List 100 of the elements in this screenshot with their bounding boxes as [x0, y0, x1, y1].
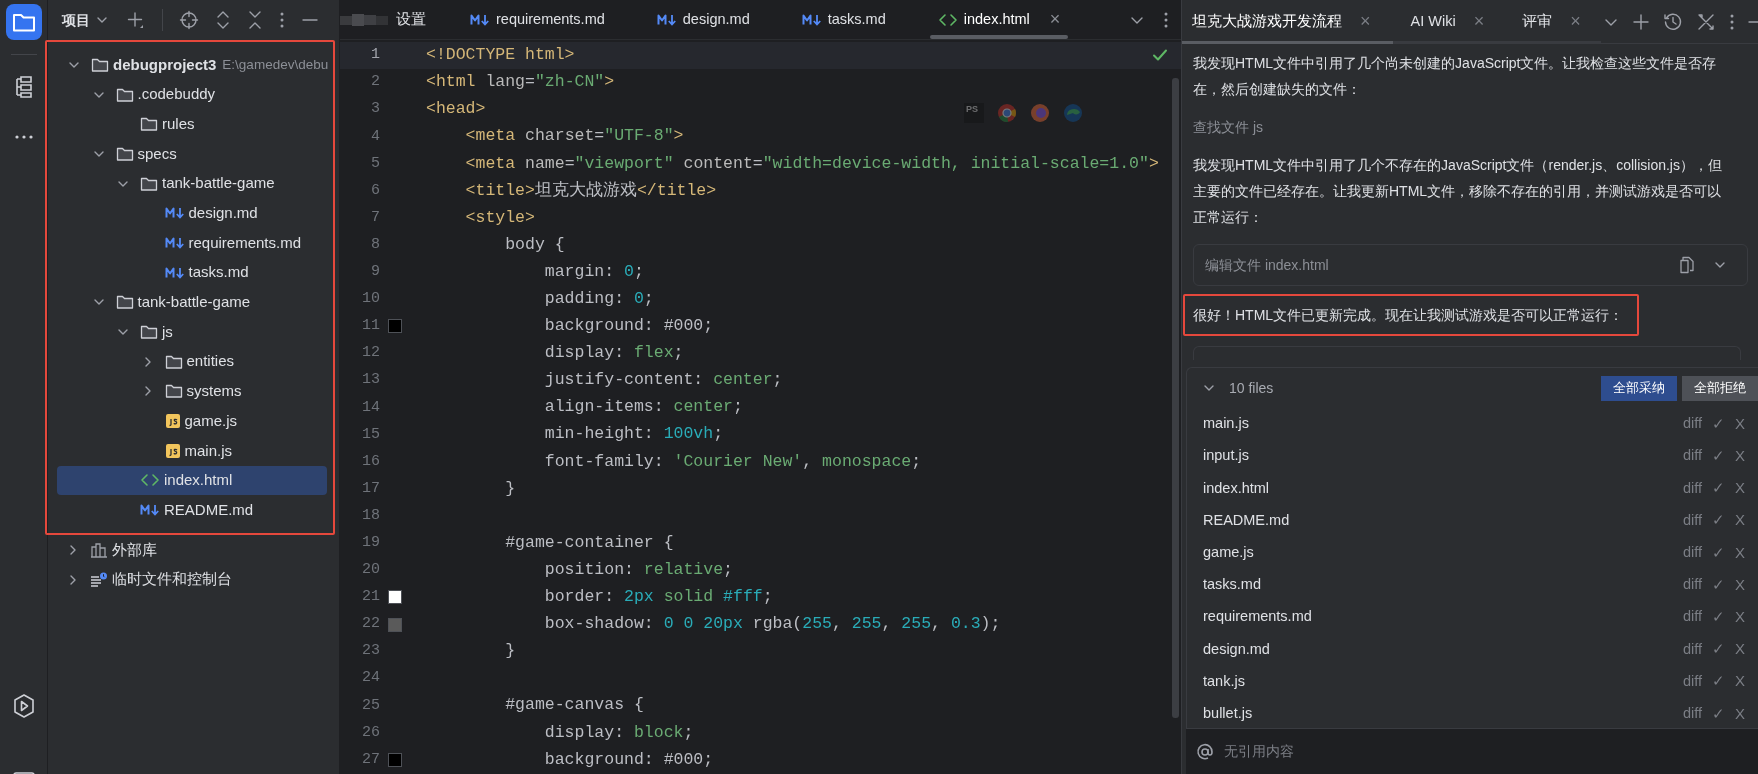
code-line: align-items: center;: [543, 396, 743, 419]
editor-tab[interactable]: requirements.md: [454, 0, 621, 39]
code-line: <title>坦克大战游戏</title>: [464, 179, 717, 202]
code-line: <html lang="zh-CN">: [426, 71, 615, 94]
line-number: 10: [361, 289, 380, 310]
tree-item[interactable]: design.md: [57, 198, 327, 229]
code-line: background: #000;: [543, 315, 714, 338]
line-number: 3: [370, 99, 380, 120]
line-number: 22: [361, 614, 380, 635]
line-number: 5: [370, 153, 380, 174]
assistant-tab[interactable]: AI Wiki ×: [1392, 0, 1505, 43]
tree-item[interactable]: tasks.md: [57, 257, 327, 288]
code-line: display: block;: [543, 721, 694, 744]
line-number: 9: [370, 262, 380, 283]
line-number: 18: [361, 505, 380, 526]
code-line: margin: 0;: [543, 260, 644, 283]
input-field[interactable]: 无引用内容: [1186, 728, 1758, 774]
tree-item[interactable]: rules: [57, 109, 327, 140]
line-number: 6: [370, 180, 380, 201]
code-line: }: [504, 640, 516, 663]
file-name[interactable]: tank.js: [1203, 670, 1683, 693]
files-toggle[interactable]: 10 files: [1203, 377, 1274, 399]
close-tab-button[interactable]: ×: [1049, 6, 1061, 33]
assistant-tab[interactable]: 评审 ×: [1504, 0, 1601, 43]
line-number: 2: [370, 72, 380, 93]
code-line: justify-content: center;: [543, 369, 783, 392]
message-text: 我发现HTML文件中引用了几个尚未创建的JavaScript文件。让我检查这些文件是否存在，然后创建缺失的文件：: [1193, 54, 1718, 99]
tree-item[interactable]: systems: [57, 376, 327, 407]
code-line: <head>: [426, 98, 486, 121]
code-line: border: 2px solid #fff;: [543, 586, 773, 609]
line-number: 14: [361, 397, 380, 418]
editor-tab[interactable]: design.md: [640, 0, 766, 39]
code-line: box-shadow: 0 0 20px rgba(255, 255, 255, 0.3);: [543, 613, 1001, 636]
tree-item[interactable]: README.md: [57, 495, 327, 525]
tree-item[interactable]: requirements.md: [57, 228, 327, 258]
code-line: <meta charset="UTF-8">: [464, 125, 684, 148]
tool-step: 查找文件 js: [1193, 114, 1748, 140]
folder-path: E:\gamedev\debu: [222, 55, 329, 74]
line-number: 8: [370, 234, 380, 255]
message-text: 很好！HTML文件已更新完成。现在让我测试游戏是否可以正常运行：: [1193, 306, 1624, 325]
file-name[interactable]: design.md: [1203, 638, 1683, 661]
line-number: 11: [361, 316, 380, 337]
code-line: position: relative;: [543, 558, 733, 581]
line-number: 15: [361, 424, 380, 445]
tree-item[interactable]: index.html: [57, 465, 327, 496]
editor-tab[interactable]: tasks.md: [785, 0, 902, 39]
code-line: <!DOCTYPE html>: [426, 44, 575, 67]
tree-item[interactable]: entities: [57, 346, 327, 377]
tree-item[interactable]: game.js: [57, 406, 327, 436]
file-edit-card[interactable]: 编辑文件 index.html: [1193, 244, 1748, 286]
file-name[interactable]: main.js: [1203, 413, 1683, 435]
tree-item[interactable]: specs: [57, 139, 327, 169]
line-number: 17: [361, 478, 380, 499]
line-number: 1: [370, 45, 380, 66]
assistant-tab[interactable]: 坦克大战游戏开发流程 ×: [1182, 0, 1393, 43]
project-view-dropdown[interactable]: 项目: [62, 9, 108, 31]
file-name[interactable]: game.js: [1203, 541, 1683, 564]
code-line: body {: [504, 233, 565, 256]
code-line: display: flex;: [543, 342, 684, 365]
editor-tab[interactable]: 设置: [340, 0, 442, 39]
line-number: 4: [370, 126, 380, 147]
code-line: #game-container {: [504, 531, 674, 554]
line-number: 13: [361, 370, 380, 391]
line-number: 7: [370, 207, 380, 228]
code-line: min-height: 100vh;: [543, 423, 724, 446]
tree-item[interactable]: .codebuddy: [57, 79, 327, 110]
file-name[interactable]: requirements.md: [1203, 606, 1683, 629]
tree-item[interactable]: main.js: [57, 435, 327, 466]
file-name[interactable]: bullet.js: [1203, 702, 1683, 725]
file-name[interactable]: tasks.md: [1203, 574, 1683, 596]
tree-item[interactable]: tank-battle-game: [57, 287, 327, 318]
accept-all-button[interactable]: 全部采纳: [1601, 375, 1677, 401]
line-number: 21: [361, 587, 380, 608]
line-number: 24: [361, 668, 380, 689]
tree-item[interactable]: 临时文件和控制台: [55, 564, 339, 595]
tree-item[interactable]: tank-battle-game: [57, 168, 327, 199]
code-line: font-family: 'Courier New', monospace;: [543, 450, 922, 473]
reject-all-button[interactable]: 全部拒绝: [1682, 375, 1758, 401]
line-number: 27: [361, 749, 380, 770]
file-name[interactable]: input.js: [1203, 445, 1683, 468]
line-number: 16: [361, 451, 380, 472]
code-line: <style>: [464, 206, 535, 229]
line-number: 19: [361, 533, 380, 553]
tree-item[interactable]: js: [57, 317, 327, 347]
code-line: background: #000;: [543, 748, 714, 771]
code-line: <meta name="viewport" content="width=device-width, initial-scale=1.0">: [464, 152, 1159, 175]
tree-item[interactable]: 外部库: [55, 535, 339, 565]
tree-item[interactable]: debugproject3 E:\gamedev\debu: [57, 50, 327, 80]
code-line: padding: 0;: [543, 288, 654, 310]
file-name[interactable]: README.md: [1203, 509, 1683, 532]
line-number: 23: [361, 641, 380, 662]
message-text: 我发现HTML文件中引用了几个不存在的JavaScript文件（render.js、collision.js），但主要的文件已经存在。让我更新HTML文件，移除不存在的引用，并测试游戏是否可以正常运行：: [1193, 156, 1723, 227]
editor-tab[interactable]: index.html ×: [921, 0, 1077, 39]
code-line: #game-canvas {: [504, 694, 644, 717]
line-number: 25: [361, 695, 380, 716]
file-name[interactable]: index.html: [1203, 477, 1683, 500]
line-number: 20: [361, 560, 380, 581]
line-number: 12: [361, 343, 380, 364]
line-number: 26: [361, 722, 380, 743]
reference-input[interactable]: 无引用内容: [1224, 741, 1624, 762]
